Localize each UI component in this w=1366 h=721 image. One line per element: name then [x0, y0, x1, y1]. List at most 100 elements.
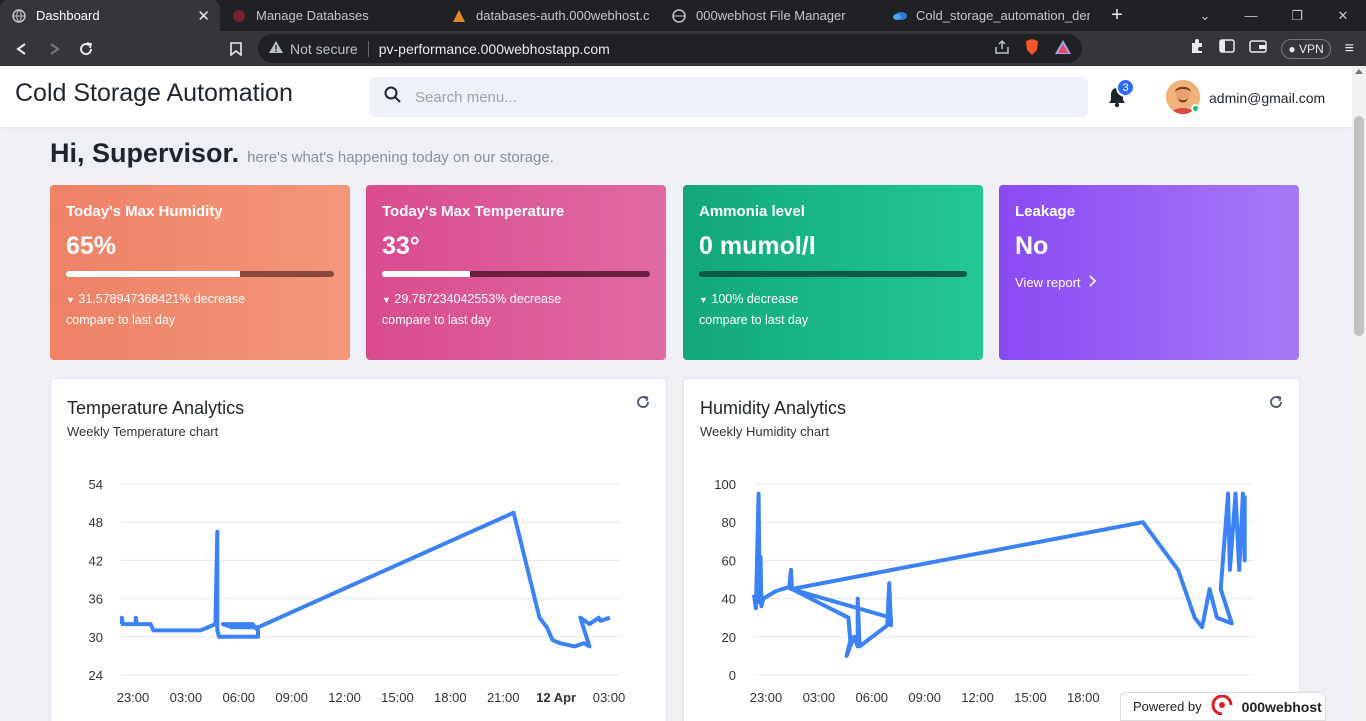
- search-bar[interactable]: [370, 77, 1088, 117]
- x-tick-label: 18:00: [1067, 690, 1100, 705]
- x-tick-label: 12:00: [328, 690, 361, 705]
- security-label[interactable]: Not secure: [290, 41, 358, 57]
- greeting-subtitle: here's what's happening today on our sto…: [247, 149, 554, 166]
- y-tick-label: 36: [89, 592, 103, 607]
- page-scrollbar[interactable]: [1352, 66, 1366, 721]
- reload-icon[interactable]: [70, 33, 102, 65]
- new-tab-button[interactable]: +: [1100, 0, 1134, 31]
- progress-bar: [699, 271, 967, 277]
- card-value: 65%: [66, 232, 117, 260]
- wallet-icon[interactable]: [1249, 39, 1268, 58]
- temperature-analytics-panel: Temperature Analytics Weekly Temperature…: [50, 378, 667, 721]
- chevron-down-icon[interactable]: ⌄: [1182, 8, 1228, 24]
- change-text: 29.787234042553% decrease: [394, 292, 562, 306]
- menu-icon[interactable]: ≡: [1345, 40, 1354, 58]
- card-value: No: [1015, 232, 1049, 260]
- x-tick-label: 09:00: [275, 690, 308, 705]
- close-window-icon[interactable]: ✕: [1320, 8, 1366, 24]
- phpmyadmin-icon: [452, 9, 466, 23]
- progress-fill: [66, 271, 241, 277]
- tab-title: 000webhost File Manager: [696, 8, 846, 23]
- y-tick-label: 24: [89, 668, 103, 683]
- sidebar-icon[interactable]: [1219, 39, 1236, 58]
- omnibox-actions: [994, 38, 1082, 59]
- tab-title: Dashboard: [36, 8, 100, 23]
- extensions-icon[interactable]: [1189, 38, 1205, 59]
- browser-tab-bar: Dashboard ✕ Manage Databases databases-a…: [0, 0, 1366, 31]
- search-icon: [384, 86, 401, 108]
- x-tick-label: 09:00: [908, 690, 941, 705]
- tab-file-manager[interactable]: 000webhost File Manager: [660, 0, 880, 31]
- toolbar-right: ● VPN ≡: [1189, 31, 1366, 66]
- card-change: ▼ 29.787234042553% decrease compare to l…: [382, 289, 650, 330]
- tab-title: databases-auth.000webhost.com: [476, 8, 650, 23]
- chevron-right-icon: [1088, 275, 1097, 290]
- change-text: 31.5789473684​21% decrease: [78, 292, 246, 306]
- card-change: ▼ 31.5789473684​21% decrease compare to …: [66, 289, 334, 330]
- y-tick-label: 100: [714, 477, 736, 492]
- y-tick-label: 42: [89, 553, 103, 568]
- caret-down-icon: ▼: [66, 295, 75, 305]
- y-tick-label: 54: [89, 477, 103, 492]
- view-report-label: View report: [1015, 275, 1081, 290]
- view-report-link[interactable]: View report: [1015, 275, 1283, 290]
- address-bar[interactable]: Not secure pv-performance.000webhostapp.…: [258, 34, 1082, 63]
- compare-text: compare to last day: [66, 313, 176, 327]
- x-tick-label: 23:00: [117, 690, 150, 705]
- powered-by-badge[interactable]: Powered by 000webhost: [1120, 692, 1326, 721]
- tab-manage-databases[interactable]: Manage Databases: [220, 0, 440, 31]
- scroll-thumb[interactable]: [1354, 116, 1364, 336]
- humidity-line-chart: 0 20 40 60 80 100 23:00 03:00 06:00 09:00 12:00 15:…: [714, 477, 1258, 705]
- humidity-card: Today's Max Humidity 65% ▼ 31.5789473684…: [50, 185, 350, 360]
- minimize-icon[interactable]: —: [1228, 8, 1274, 23]
- database-icon: [232, 9, 246, 23]
- ammonia-card: Ammonia level 0 mumol/l ▼ 100% decrease …: [683, 185, 983, 360]
- tab-dashboard[interactable]: Dashboard ✕: [0, 0, 220, 31]
- bookmark-icon[interactable]: [220, 33, 252, 65]
- brave-shield-icon[interactable]: [1024, 38, 1040, 59]
- vpn-button[interactable]: ● VPN: [1281, 38, 1331, 59]
- x-tick-label: 15:00: [381, 690, 414, 705]
- card-value: 0 mumol/l: [699, 232, 816, 260]
- tab-databases-auth[interactable]: databases-auth.000webhost.com: [440, 0, 660, 31]
- tab-cold-storage-demo[interactable]: Cold_storage_automation_demo: [880, 0, 1100, 31]
- powered-brand: 000webhost: [1241, 698, 1322, 715]
- back-icon[interactable]: [6, 33, 38, 65]
- url-text[interactable]: pv-performance.000webhostapp.com: [379, 41, 610, 57]
- online-status-dot: [1191, 104, 1200, 113]
- y-tick-label: 30: [89, 630, 103, 645]
- x-tick-label: 21:00: [487, 690, 520, 705]
- window-controls: ⌄ — ❐ ✕: [1182, 0, 1366, 31]
- close-icon[interactable]: ✕: [197, 7, 210, 25]
- user-email[interactable]: admin@gmail.com: [1209, 90, 1325, 106]
- cloud-icon: [892, 9, 907, 23]
- card-change: ▼ 100% decrease compare to last day: [699, 289, 967, 330]
- x-tick-label: 03:00: [170, 690, 203, 705]
- card-title: Today's Max Humidity: [66, 203, 223, 220]
- compare-text: compare to last day: [382, 313, 492, 327]
- x-tick-label: 23:00: [750, 690, 783, 705]
- y-tick-label: 60: [722, 553, 736, 568]
- x-tick-label: 18:00: [434, 690, 467, 705]
- scroll-up-icon[interactable]: [1355, 69, 1363, 74]
- vpn-label: VPN: [1298, 41, 1324, 56]
- search-input[interactable]: [415, 88, 1015, 106]
- forward-icon[interactable]: [38, 33, 70, 65]
- humidity-analytics-panel: Humidity Analytics Weekly Humidity chart…: [683, 378, 1300, 721]
- x-tick-label: 03:00: [593, 690, 626, 705]
- omnibox-separator: [367, 40, 369, 57]
- brave-rewards-icon[interactable]: [1054, 39, 1072, 58]
- restore-icon[interactable]: ❐: [1274, 8, 1320, 24]
- caret-down-icon: ▼: [699, 295, 708, 305]
- series-line: [119, 510, 611, 649]
- share-icon[interactable]: [994, 39, 1010, 58]
- warning-icon: [268, 40, 284, 57]
- y-tick-label: 48: [89, 515, 103, 530]
- temperature-line-chart: 24 30 36 42 48 54 23:00 03:00 06:00 09:00 12:00 15:…: [89, 477, 626, 705]
- temperature-card: Today's Max Temperature 33° ▼ 29.7872340…: [366, 185, 666, 360]
- progress-bar: [382, 271, 650, 277]
- x-tick-label: 06:00: [856, 690, 889, 705]
- browser-toolbar: Not secure pv-performance.000webhostapp.…: [0, 31, 1366, 66]
- leakage-card: Leakage No View report: [999, 185, 1299, 360]
- notification-badge: 3: [1116, 78, 1135, 97]
